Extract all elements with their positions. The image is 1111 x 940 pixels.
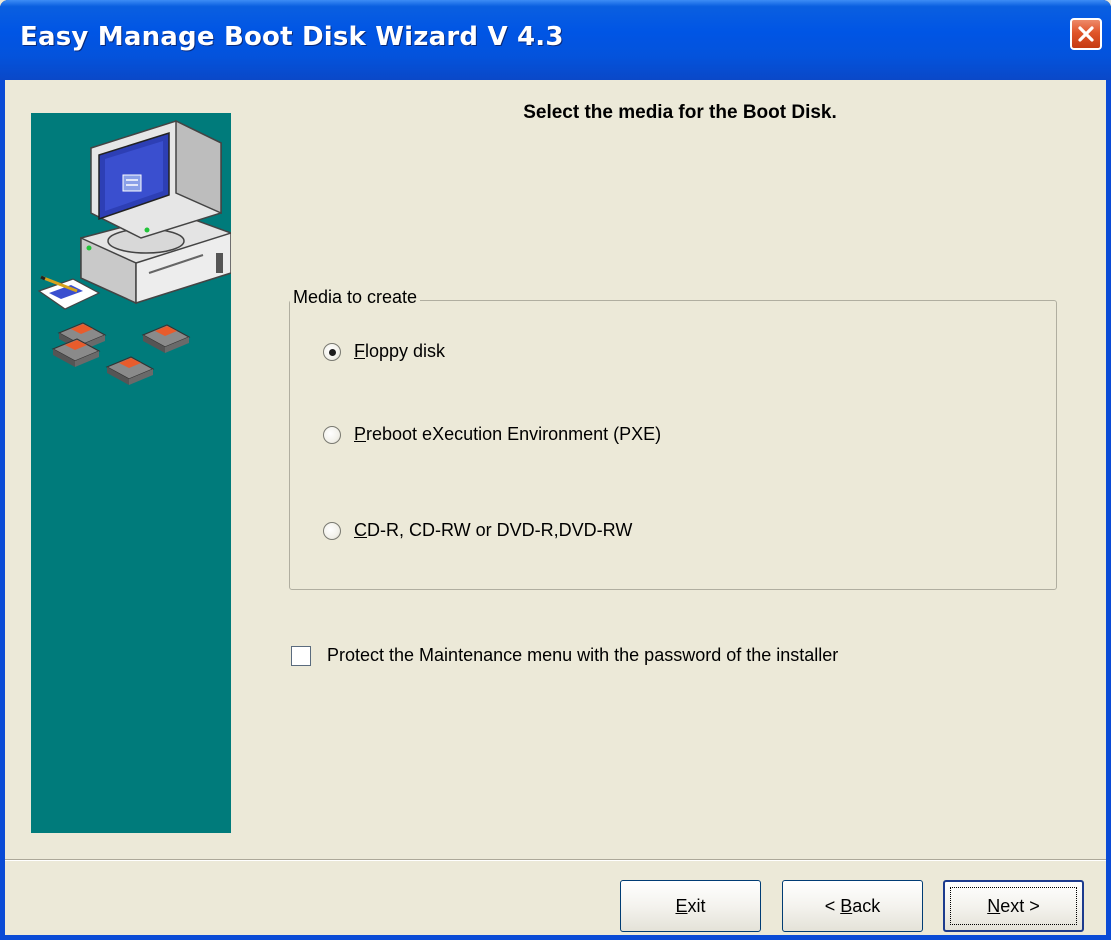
media-groupbox-legend: Media to create [290,287,421,308]
close-button[interactable] [1070,18,1102,50]
protect-maintenance-checkbox[interactable] [291,645,311,666]
dialog-client-area: Select the media for the Boot Disk. Medi… [5,80,1106,935]
protect-maintenance-checkbox-row[interactable]: Protect the Maintenance menu with the pa… [291,645,838,666]
wizard-side-panel [31,113,231,833]
radio-cd-dvd[interactable]: CD-R, CD-RW or DVD-R,DVD-RW [323,520,632,541]
radio-floppy-disk[interactable]: Floppy disk [323,341,445,362]
exit-button[interactable]: Exit [620,880,761,932]
next-button-label: Next > [987,895,1040,916]
next-button[interactable]: Next > [943,880,1084,932]
close-icon [1078,26,1094,42]
radio-button-selected[interactable] [323,342,341,361]
wizard-window: Easy Manage Boot Disk Wizard V 4.3 Selec… [0,0,1111,940]
radio-button[interactable] [323,425,341,444]
window-frame-bottom [0,935,1111,940]
radio-cd-dvd-label[interactable]: CD-R, CD-RW or DVD-R,DVD-RW [354,520,632,541]
window-frame-right [1106,80,1111,940]
back-button-label: < Back [824,895,881,916]
window-title: Easy Manage Boot Disk Wizard V 4.3 [20,22,564,52]
page-heading: Select the media for the Boot Disk. [523,102,837,123]
back-button[interactable]: < Back [782,880,923,932]
button-separator [5,859,1106,861]
radio-floppy-disk-label[interactable]: Floppy disk [354,341,445,362]
protect-maintenance-label[interactable]: Protect the Maintenance menu with the pa… [327,645,838,666]
radio-button[interactable] [323,521,341,540]
computer-floppy-illustration [37,119,231,385]
title-bar[interactable]: Easy Manage Boot Disk Wizard V 4.3 [0,0,1111,80]
exit-button-label: Exit [675,895,706,916]
radio-pxe[interactable]: Preboot eXecution Environment (PXE) [323,424,661,445]
radio-pxe-label[interactable]: Preboot eXecution Environment (PXE) [354,424,661,445]
